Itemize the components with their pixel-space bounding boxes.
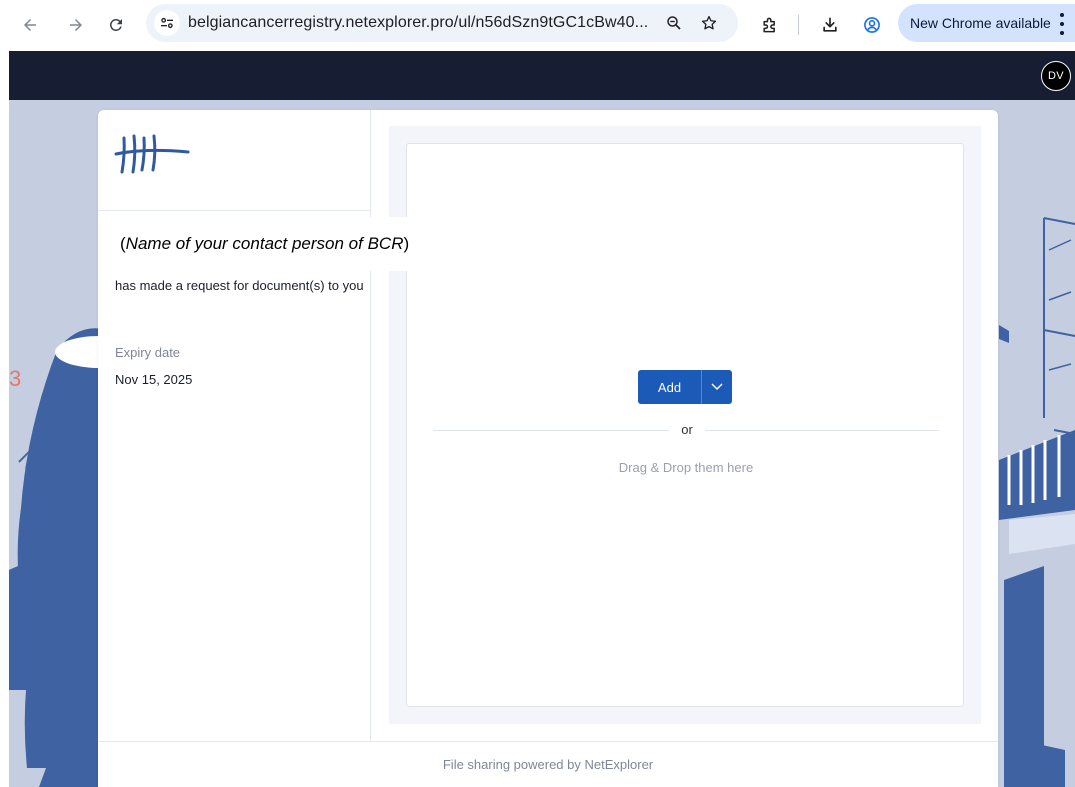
toolbar-divider <box>798 15 799 35</box>
reload-button[interactable] <box>104 12 128 38</box>
annotation-box: (Name of your contact person of BCR) <box>110 217 446 271</box>
url-text[interactable]: belgiancancerregistry.netexplorer.pro/ul… <box>188 14 648 32</box>
contact-person-annotation: (Name of your contact person of BCR) <box>120 234 409 254</box>
add-button[interactable]: Add <box>638 370 701 404</box>
downloads-button[interactable] <box>818 12 842 38</box>
browser-toolbar: belgiancancerregistry.netexplorer.pro/ul… <box>0 0 1075 51</box>
add-dropdown-button[interactable] <box>702 370 732 404</box>
site-info-button[interactable] <box>154 10 180 36</box>
address-bar[interactable]: belgiancancerregistry.netexplorer.pro/ul… <box>146 4 738 42</box>
expiry-date-label: Expiry date <box>115 345 181 360</box>
logo-divider <box>98 210 371 211</box>
expiry-date-value: Nov 15, 2025 <box>115 372 193 387</box>
or-line-right <box>705 430 939 431</box>
extensions-button[interactable] <box>758 12 782 38</box>
forward-button[interactable] <box>64 12 88 38</box>
company-logo-icon <box>114 134 190 174</box>
new-chrome-available-button[interactable]: New Chrome available <box>898 4 1075 42</box>
or-line-left <box>433 430 669 431</box>
kebab-menu-icon[interactable] <box>1058 13 1066 35</box>
annotation-italic-text: Name of your contact person of BCR <box>125 234 404 253</box>
reload-icon <box>109 18 122 31</box>
upload-pane: Add or Drag & Drop them here <box>389 126 981 724</box>
tune-icon <box>161 17 173 29</box>
app-header: DV <box>9 51 1075 100</box>
arrow-right-icon <box>70 19 82 31</box>
card-footer: File sharing powered by NetExplorer <box>98 741 998 787</box>
zoom-icon <box>667 16 681 30</box>
profile-button[interactable] <box>860 12 884 38</box>
request-message: has made a request for document(s) to yo… <box>115 278 364 293</box>
drag-drop-hint: Drag & Drop them here <box>618 460 754 475</box>
star-icon <box>701 15 717 30</box>
download-icon <box>823 17 837 32</box>
arrow-left-icon <box>24 19 36 31</box>
request-info-pane: has made a request for document(s) to yo… <box>98 110 371 741</box>
file-dropzone[interactable]: Add or Drag & Drop them here <box>406 143 964 707</box>
profile-icon <box>864 17 880 33</box>
chevron-down-icon <box>711 383 723 390</box>
bookmark-button[interactable] <box>699 13 719 33</box>
user-avatar[interactable]: DV <box>1041 61 1071 91</box>
puzzle-icon <box>763 17 775 33</box>
request-card: has made a request for document(s) to yo… <box>98 110 998 787</box>
zoom-button[interactable] <box>664 13 684 33</box>
or-label: or <box>677 422 697 437</box>
svg-text:3: 3 <box>9 366 21 391</box>
annotation-close-paren: ) <box>403 234 410 253</box>
or-separator: or <box>433 422 939 440</box>
back-button[interactable] <box>18 12 42 38</box>
footer-powered-by: File sharing powered by NetExplorer <box>442 757 654 772</box>
update-label: New Chrome available <box>910 15 1051 31</box>
add-button-group: Add <box>638 370 732 404</box>
